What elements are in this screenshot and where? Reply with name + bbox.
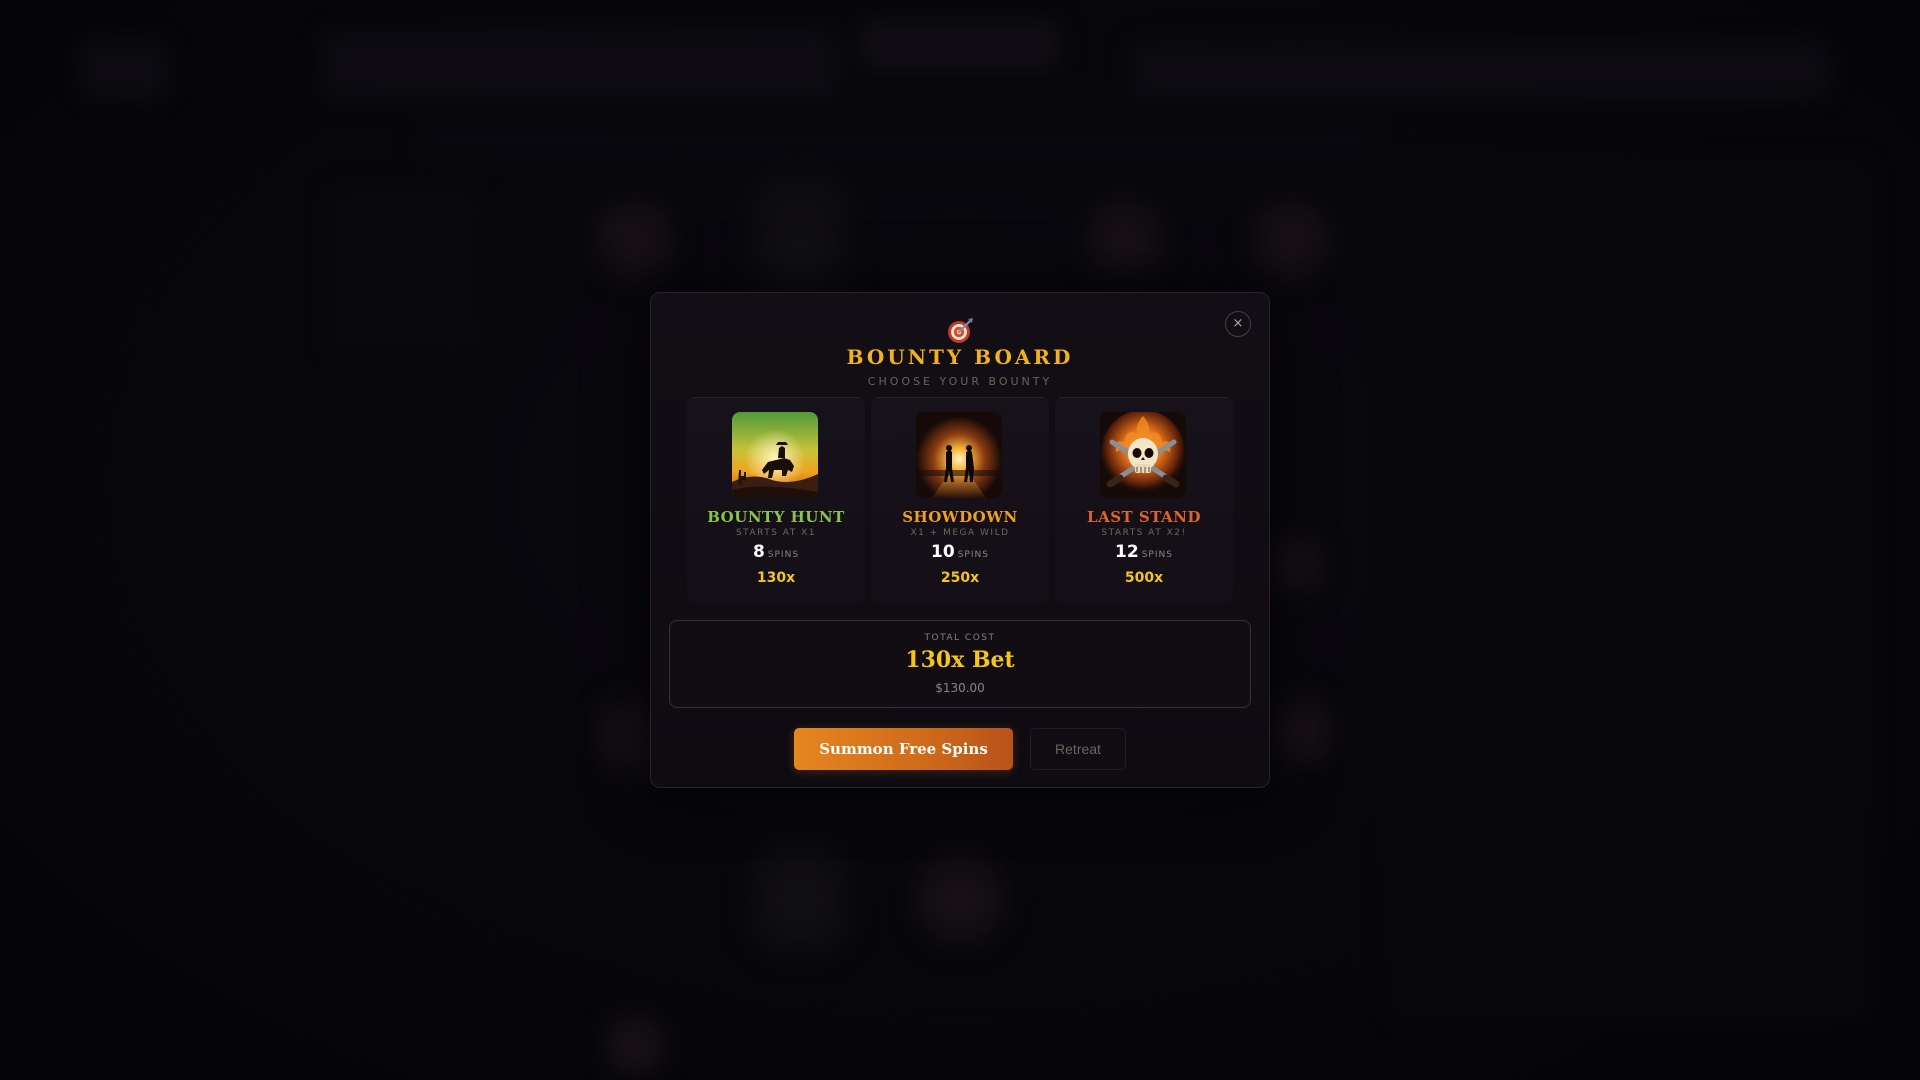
bounty-card-last-stand[interactable]: LAST STAND STARTS AT X2! 12 SPINS 500x [1055, 397, 1233, 603]
bounty-subtitle: STARTS AT X1 [735, 528, 817, 538]
bounty-options: BOUNTY HUNT STARTS AT X1 8 SPINS 130x SH… [687, 397, 1233, 603]
target-dart-icon [948, 318, 973, 343]
spins-label: SPINS [957, 550, 989, 560]
retreat-button[interactable]: Retreat [1030, 728, 1126, 770]
duel-showdown-art [916, 412, 1002, 498]
modal-title: BOUNTY BOARD [846, 345, 1074, 369]
bounty-board-modal: × BOUNTY BOARD CHOOSE YOUR BOUNTY BOUNTY… [650, 292, 1270, 788]
spins-label: SPINS [767, 550, 800, 560]
total-cost-value: 130x Bet [905, 647, 1015, 673]
bounty-spins: 10 SPINS [871, 542, 1049, 562]
bounty-multiplier: 130x [756, 570, 796, 586]
bounty-multiplier: 250x [940, 570, 980, 586]
total-cost-label: TOTAL COST [924, 633, 996, 643]
bounty-name: SHOWDOWN [902, 508, 1018, 526]
game-screen: × BOUNTY BOARD CHOOSE YOUR BOUNTY BOUNTY… [0, 0, 1920, 1080]
modal-subtitle: CHOOSE YOUR BOUNTY [867, 375, 1053, 388]
bounty-name: BOUNTY HUNT [707, 508, 845, 526]
summon-free-spins-button[interactable]: Summon Free Spins [794, 728, 1013, 770]
bounty-multiplier: 500x [1124, 570, 1164, 586]
cowboy-sunset-art [732, 412, 818, 498]
spins-count: 12 [1115, 542, 1139, 562]
header-icon-wrap [651, 317, 1269, 345]
bounty-spins: 8 SPINS [687, 542, 865, 562]
bounty-card-showdown[interactable]: SHOWDOWN X1 + MEGA WILD 10 SPINS 250x [871, 397, 1049, 603]
spins-count: 8 [752, 542, 765, 562]
spins-label: SPINS [1141, 550, 1173, 560]
bounty-name: LAST STAND [1087, 508, 1201, 526]
bounty-subtitle: STARTS AT X2! [1101, 528, 1187, 538]
total-cost-panel: TOTAL COST 130x Bet $130.00 [669, 620, 1251, 708]
spins-count: 10 [931, 542, 955, 562]
bounty-spins: 12 SPINS [1055, 542, 1233, 562]
flaming-skull-art [1100, 412, 1186, 498]
bounty-subtitle: X1 + MEGA WILD [910, 528, 1010, 538]
total-cost-money: $130.00 [935, 681, 985, 695]
bounty-card-bounty-hunt[interactable]: BOUNTY HUNT STARTS AT X1 8 SPINS 130x [687, 397, 865, 603]
